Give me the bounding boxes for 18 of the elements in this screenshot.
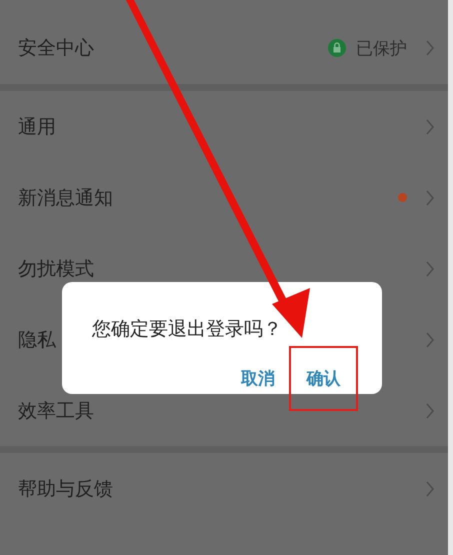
- chevron-icon: [425, 402, 435, 420]
- settings-item[interactable]: 安全中心: [18, 35, 318, 61]
- settings-item[interactable]: 勿扰模式: [18, 256, 407, 282]
- status-text: 已保护: [356, 38, 407, 60]
- chevron-icon: [425, 188, 435, 206]
- notification-dot: [398, 193, 407, 202]
- chevron-icon: [425, 39, 435, 57]
- settings-item[interactable]: 通用: [18, 114, 407, 140]
- chevron-icon: [425, 260, 435, 278]
- lock-icon: [328, 39, 346, 57]
- chevron-icon: [425, 480, 435, 498]
- chevron-icon: [425, 118, 435, 136]
- settings-item[interactable]: 新消息通知: [18, 184, 388, 210]
- dialog-button[interactable]: 取消: [233, 365, 283, 392]
- dialog-button[interactable]: 确认: [289, 346, 358, 411]
- chevron-icon: [425, 330, 435, 348]
- settings-item[interactable]: 帮助与反馈: [18, 476, 407, 502]
- dialog-message: 您确定要退出登录吗？: [92, 317, 282, 342]
